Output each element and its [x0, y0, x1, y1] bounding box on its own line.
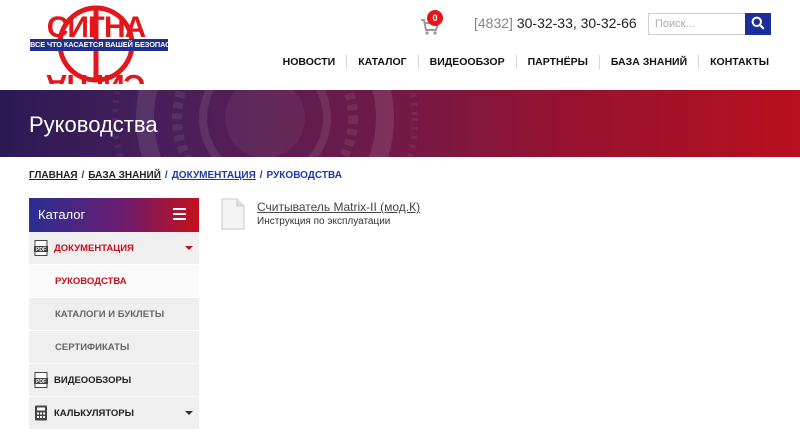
page-title: Руководства	[29, 112, 158, 137]
pdf-icon: PDF	[34, 240, 48, 256]
document-icon[interactable]	[221, 198, 245, 230]
svg-text:PDF: PDF	[36, 379, 46, 385]
document-title-link[interactable]: Считыватель Matrix-II (мод.К)	[257, 200, 420, 214]
search-button[interactable]	[745, 13, 771, 35]
catalog-menu: PDF ДОКУМЕНТАЦИЯ РУКОВОДСТВА КАТАЛОГИ И …	[29, 232, 199, 430]
phone-numbers: 30-32-33, 30-32-66	[516, 15, 637, 31]
breadcrumb-home[interactable]: ГЛАВНАЯ	[29, 170, 78, 181]
phone-code: [4832]	[474, 15, 513, 31]
chevron-down-icon[interactable]	[185, 411, 193, 415]
breadcrumb-current: РУКОВОДСТВА	[266, 170, 342, 181]
catalog-header[interactable]: Каталог	[29, 198, 199, 232]
sidebar-item-label: ДОКУМЕНТАЦИЯ	[54, 242, 134, 254]
breadcrumb-separator: /	[259, 170, 263, 181]
sidebar-item-calculators[interactable]: КАЛЬКУЛЯТОРЫ	[29, 397, 199, 430]
catalog-title: Каталог	[38, 207, 86, 222]
breadcrumb-documentation[interactable]: ДОКУМЕНТАЦИЯ	[172, 170, 256, 181]
search-input[interactable]	[648, 13, 745, 35]
sidebar-item-documentation[interactable]: PDF ДОКУМЕНТАЦИЯ	[29, 232, 199, 265]
nav-item-knowledge-base[interactable]: БАЗА ЗНАНИЙ	[598, 55, 698, 69]
nav-item-video-review[interactable]: ВИДЕООБЗОР	[417, 55, 516, 69]
document-description: Инструкция по эксплуатации	[257, 216, 391, 227]
nav-item-contacts[interactable]: КОНТАКТЫ	[698, 55, 769, 69]
chevron-down-icon[interactable]	[185, 246, 193, 250]
main-nav: НОВОСТИ КАТАЛОГ ВИДЕООБЗОР ПАРТНЁРЫ БАЗА…	[283, 55, 769, 69]
breadcrumb-knowledge-base[interactable]: БАЗА ЗНАНИЙ	[88, 170, 161, 181]
catalog-sidebar: Каталог PDF ДОКУМЕНТАЦИЯ РУКОВОДСТВА КАТ…	[29, 198, 199, 438]
sidebar-item-label: РУКОВОДСТВА	[55, 275, 127, 287]
page-banner: Руководства	[0, 90, 800, 157]
sidebar-item-certificates[interactable]: СЕРТИФИКАТЫ	[29, 331, 199, 364]
nav-item-news[interactable]: НОВОСТИ	[283, 55, 347, 69]
sidebar-item-label: ВИДЕООБЗОРЫ	[54, 374, 132, 386]
sidebar-item-manuals[interactable]: РУКОВОДСТВА	[29, 265, 199, 298]
hamburger-icon[interactable]	[173, 208, 186, 221]
pdf-icon: PDF	[34, 372, 48, 388]
cart-count-badge: 0	[427, 10, 443, 26]
breadcrumb-separator: /	[164, 170, 168, 181]
breadcrumb-separator: /	[81, 170, 85, 181]
sidebar-item-label: КАЛЬКУЛЯТОРЫ	[54, 407, 134, 419]
site-header: СИГНА СИГНА ВСЕ ЧТО КАСАЕТСЯ ВАШЕЙ БЕЗОП…	[0, 0, 800, 101]
search-icon	[751, 16, 765, 30]
sidebar-item-label: СЕРТИФИКАТЫ	[55, 341, 130, 353]
nav-item-partners[interactable]: ПАРТНЁРЫ	[515, 55, 599, 69]
sidebar-item-label: КАТАЛОГИ И БУКЛЕТЫ	[55, 308, 165, 320]
nav-item-catalog[interactable]: КАТАЛОГ	[346, 55, 417, 69]
calculator-icon	[35, 405, 47, 421]
phone-number[interactable]: [4832] 30-32-33, 30-32-66	[474, 15, 637, 31]
document-item: Считыватель Matrix-II (мод.К) Инструкция…	[221, 198, 521, 232]
breadcrumb: ГЛАВНАЯ / БАЗА ЗНАНИЙ / ДОКУМЕНТАЦИЯ / РУКОВОД…	[29, 170, 342, 181]
logo-bottom-word: СИГНА	[46, 68, 145, 84]
sidebar-item-video-reviews[interactable]: PDF ВИДЕООБЗОРЫ	[29, 364, 199, 397]
logo-tagline: ВСЕ ЧТО КАСАЕТСЯ ВАШЕЙ БЕЗОПАСНОСТИ	[30, 39, 168, 51]
svg-text:PDF: PDF	[36, 247, 46, 253]
sidebar-item-catalogs-booklets[interactable]: КАТАЛОГИ И БУКЛЕТЫ	[29, 298, 199, 331]
